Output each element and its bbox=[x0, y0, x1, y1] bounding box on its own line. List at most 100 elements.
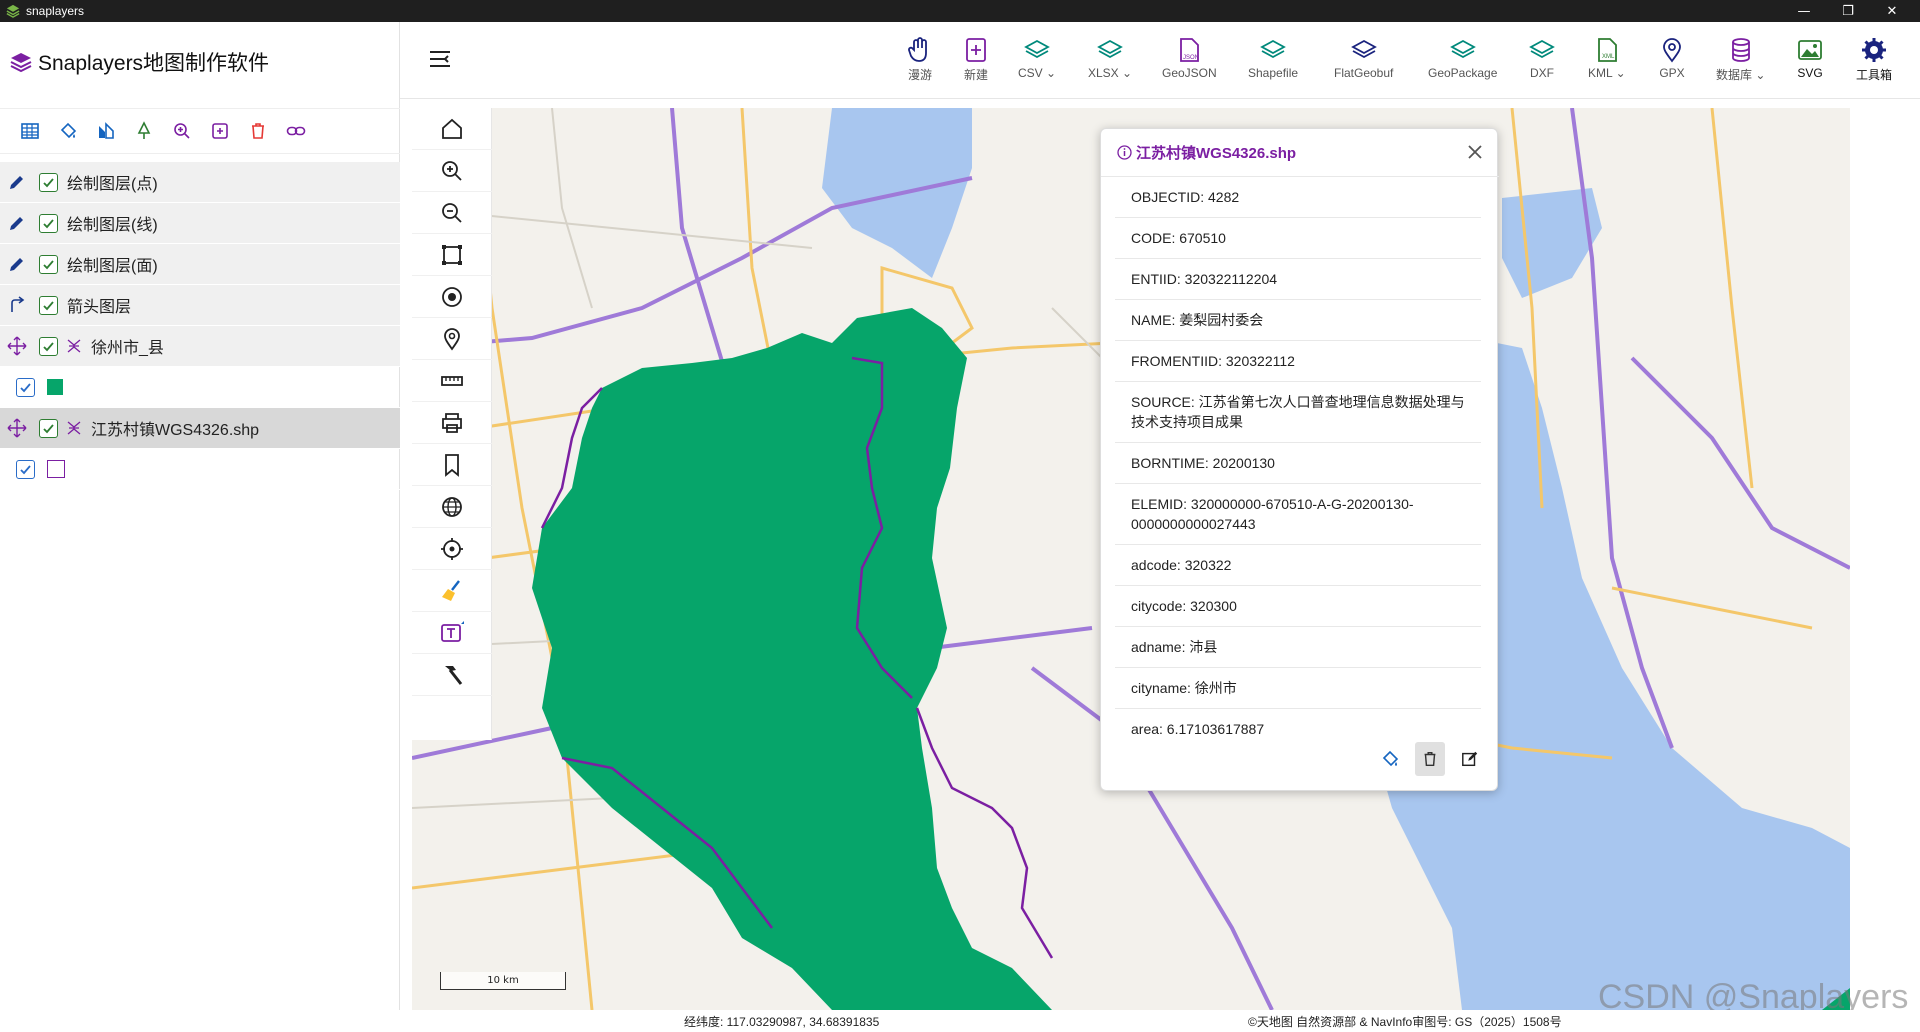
image-icon bbox=[1798, 40, 1822, 60]
flatgeobuf-button[interactable]: FlatGeobuf bbox=[1334, 36, 1393, 80]
legend-swatch-green[interactable] bbox=[47, 379, 63, 395]
measure-button[interactable] bbox=[412, 360, 492, 402]
delete-layer-button[interactable] bbox=[246, 119, 270, 143]
geopackage-button[interactable]: GeoPackage bbox=[1428, 36, 1497, 80]
map-pin-icon bbox=[444, 327, 460, 351]
zoom-to-layer-button[interactable] bbox=[170, 119, 194, 143]
locate-button[interactable] bbox=[412, 276, 492, 318]
layer-label: 绘制图层(点) bbox=[67, 176, 158, 193]
layer-row-draw-polygon[interactable]: 绘制图层(面) bbox=[0, 244, 400, 285]
toolbox-button[interactable]: 工具箱 bbox=[1856, 36, 1892, 83]
zoom-extent-button[interactable] bbox=[412, 234, 492, 276]
layer-legend-row bbox=[0, 449, 400, 490]
bookmark-button[interactable] bbox=[412, 444, 492, 486]
zoom-in-button[interactable] bbox=[412, 150, 492, 192]
layer-visibility-checkbox[interactable] bbox=[39, 295, 58, 315]
layer-label: 徐州市_县 bbox=[91, 340, 164, 357]
attribute-table-button[interactable] bbox=[18, 119, 42, 143]
layer-visibility-checkbox[interactable] bbox=[39, 336, 58, 356]
layer-visibility-checkbox[interactable] bbox=[39, 213, 58, 233]
gps-button[interactable] bbox=[412, 528, 492, 570]
layer-visibility-checkbox[interactable] bbox=[39, 172, 58, 192]
print-button[interactable] bbox=[412, 402, 492, 444]
basemap-button[interactable] bbox=[412, 486, 492, 528]
layer-row-draw-line[interactable]: 绘制图层(线) bbox=[0, 203, 400, 244]
new-label: 新建 bbox=[963, 68, 988, 82]
crosshair-icon bbox=[441, 537, 463, 560]
attribute-row: SOURCE: 江苏省第七次人口普查地理信息数据处理与技术支持项目成果 bbox=[1115, 382, 1481, 443]
shapefile-button[interactable]: Shapefile bbox=[1248, 36, 1298, 80]
new-button[interactable]: 新建 bbox=[962, 36, 990, 83]
print-icon bbox=[442, 412, 462, 433]
layers-icon bbox=[1024, 39, 1050, 59]
extent-icon bbox=[442, 244, 462, 265]
layer-row-xuzhou-county[interactable]: 徐州市_县 bbox=[0, 326, 400, 367]
layer-label: 绘制图层(线) bbox=[67, 217, 158, 234]
vector-layer-icon bbox=[67, 421, 81, 435]
layer-row-arrow[interactable]: 箭头图层 bbox=[0, 285, 400, 326]
style-button[interactable] bbox=[56, 119, 80, 143]
svg-button[interactable]: SVG bbox=[1796, 36, 1824, 80]
layer-row-jiangsu-villages[interactable]: 江苏村镇WGS4326.shp bbox=[0, 408, 400, 449]
window-title: snaplayers bbox=[26, 4, 85, 18]
legend-visibility-checkbox[interactable] bbox=[16, 377, 35, 397]
text-tool-button[interactable] bbox=[412, 612, 492, 654]
pencil-icon bbox=[7, 213, 27, 233]
kml-button[interactable]: XML KML ⌄ bbox=[1588, 36, 1626, 80]
layer-visibility-checkbox[interactable] bbox=[39, 254, 58, 274]
app-header: Snaplayers地图制作软件 bbox=[10, 44, 269, 80]
marker-button[interactable] bbox=[412, 318, 492, 360]
attribute-row: ELEMID: 320000000-670510-A-G-20200130-00… bbox=[1115, 484, 1481, 545]
edit-icon bbox=[1462, 751, 1478, 767]
delete-feature-button[interactable] bbox=[1415, 742, 1445, 776]
csv-label: CSV ⌄ bbox=[1018, 66, 1057, 80]
hammer-icon bbox=[445, 665, 463, 685]
link-button[interactable] bbox=[284, 119, 308, 143]
gpx-label: GPX bbox=[1659, 66, 1685, 80]
home-button[interactable] bbox=[412, 108, 492, 150]
move-icon[interactable] bbox=[7, 418, 27, 438]
zoom-out-icon bbox=[442, 202, 462, 223]
clear-button[interactable] bbox=[412, 570, 492, 612]
hand-icon bbox=[908, 37, 927, 62]
csv-button[interactable]: CSV ⌄ bbox=[1018, 36, 1056, 80]
export-button[interactable] bbox=[208, 119, 232, 143]
svg-label: SVG bbox=[1797, 66, 1823, 80]
pan-button[interactable]: 漫游 bbox=[906, 36, 934, 83]
map-tools-panel bbox=[412, 108, 492, 740]
layer-row-draw-point[interactable]: 绘制图层(点) bbox=[0, 162, 400, 203]
database-button[interactable]: 数据库 ⌄ bbox=[1716, 36, 1765, 83]
dxf-button[interactable]: DXF bbox=[1528, 36, 1556, 80]
close-icon[interactable] bbox=[1465, 142, 1485, 162]
flatgeobuf-label: FlatGeobuf bbox=[1334, 66, 1394, 80]
xlsx-button[interactable]: XLSX ⌄ bbox=[1088, 36, 1132, 80]
move-icon[interactable] bbox=[7, 336, 27, 356]
bookmark-icon bbox=[445, 453, 459, 477]
tree-icon bbox=[137, 121, 151, 139]
label-button[interactable] bbox=[132, 119, 156, 143]
restore-button[interactable]: ❐ bbox=[1828, 0, 1868, 22]
new-file-icon bbox=[966, 38, 986, 62]
pan-label: 漫游 bbox=[907, 68, 932, 82]
layer-label: 箭头图层 bbox=[67, 299, 132, 316]
thematic-button[interactable] bbox=[94, 119, 118, 143]
edit-feature-button[interactable] bbox=[1455, 742, 1485, 776]
geojson-button[interactable]: JSON GeoJSON bbox=[1162, 36, 1217, 80]
vector-layer-icon bbox=[67, 339, 81, 353]
gpx-button[interactable]: GPX bbox=[1658, 36, 1686, 80]
layer-label: 绘制图层(面) bbox=[67, 258, 158, 275]
info-icon bbox=[1117, 145, 1132, 160]
hammer-button[interactable] bbox=[412, 654, 492, 696]
layer-visibility-checkbox[interactable] bbox=[39, 418, 58, 438]
zoom-out-button[interactable] bbox=[412, 192, 492, 234]
attribute-row: cityname: 徐州市 bbox=[1115, 668, 1481, 709]
legend-swatch-outline[interactable] bbox=[47, 460, 65, 478]
attribute-row: ENTIID: 320322112204 bbox=[1115, 259, 1481, 300]
close-window-button[interactable]: ✕ bbox=[1872, 0, 1912, 22]
menu-toggle-icon[interactable] bbox=[428, 49, 452, 69]
minimize-button[interactable]: — bbox=[1784, 0, 1824, 22]
popup-title: 江苏村镇WGS4326.shp bbox=[1136, 145, 1297, 162]
style-feature-button[interactable] bbox=[1375, 742, 1405, 776]
legend-visibility-checkbox[interactable] bbox=[16, 459, 35, 479]
dxf-label: DXF bbox=[1530, 66, 1554, 80]
